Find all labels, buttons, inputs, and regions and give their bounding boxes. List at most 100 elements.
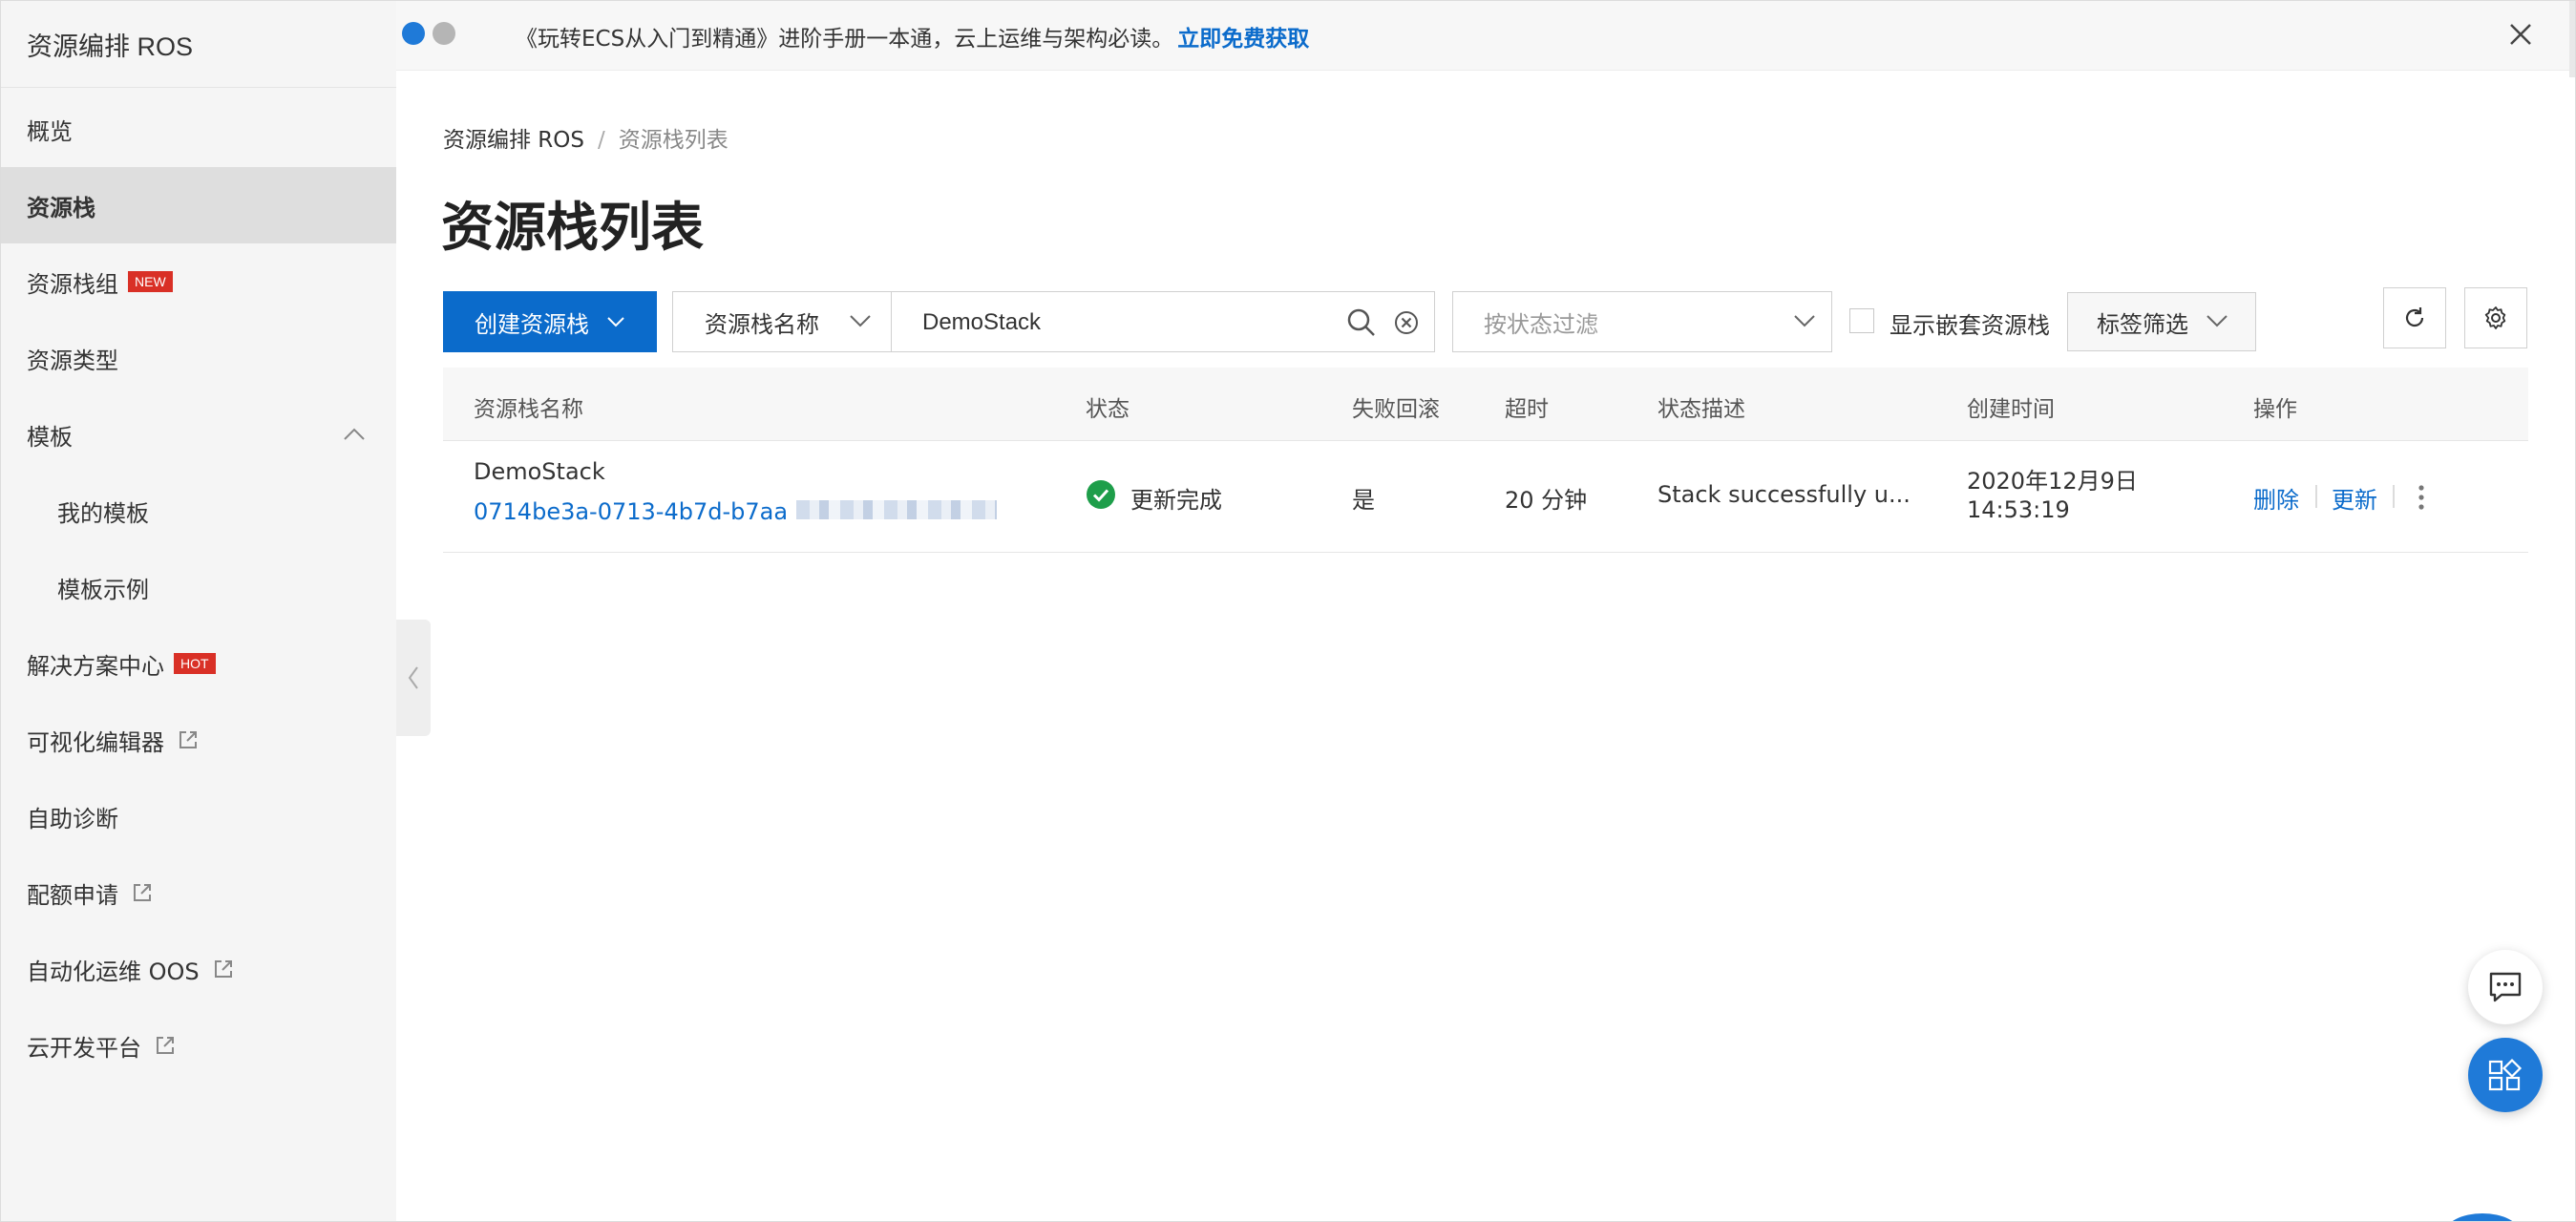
sidebar-item-cloud-dev[interactable]: 云开发平台 <box>1 1007 396 1084</box>
settings-button[interactable] <box>2464 287 2527 348</box>
action-separator <box>2315 485 2317 508</box>
sidebar-divider <box>1 87 396 88</box>
breadcrumb-root[interactable]: 资源编排 ROS <box>443 128 584 153</box>
sidebar-item-solutions[interactable]: 解决方案中心 HOT <box>1 625 396 702</box>
search-icon[interactable] <box>1346 307 1377 338</box>
stack-rollback: 是 <box>1352 487 1375 514</box>
column-header-name: 资源栈名称 <box>474 397 583 422</box>
sidebar-item-label: 可视化编辑器 <box>27 728 164 756</box>
banner-text: 《玩转ECS从入门到精通》进阶手册一本通，云上运维与架构必读。 立即免费获取 <box>516 20 1309 53</box>
success-check-icon <box>1087 480 1115 509</box>
sidebar-item-overview[interactable]: 概览 <box>1 91 396 167</box>
sidebar-item-stack-groups[interactable]: 资源栈组 NEW <box>1 243 396 320</box>
floating-button-partial[interactable] <box>2445 1213 2520 1221</box>
breadcrumb-current: 资源栈列表 <box>618 128 728 153</box>
nested-stacks-checkbox[interactable] <box>1849 308 1874 333</box>
sidebar-item-templates[interactable]: 模板 <box>1 396 396 473</box>
search-field-select[interactable]: 资源栈名称 <box>672 291 892 352</box>
sidebar-item-label: 配额申请 <box>27 881 118 909</box>
scrollbar-track <box>2569 1 2575 77</box>
apps-grid-icon <box>2488 1058 2523 1091</box>
gear-icon <box>2484 306 2506 329</box>
chevron-left-icon <box>408 666 418 689</box>
apps-button[interactable] <box>2468 1038 2543 1112</box>
sidebar-item-oos[interactable]: 自动化运维 OOS <box>1 931 396 1007</box>
sidebar-item-label: 我的模板 <box>57 499 149 527</box>
nested-stacks-label[interactable]: 显示嵌套资源栈 <box>1890 306 2050 340</box>
table-row: DemoStack 0714be3a-0713-4b7d-b7aa 更新完成 是… <box>443 441 2528 553</box>
update-link[interactable]: 更新 <box>2332 481 2377 515</box>
create-stack-label: 创建资源栈 <box>475 311 589 338</box>
sidebar-collapse-handle[interactable] <box>396 620 431 736</box>
chevron-down-icon <box>850 315 871 327</box>
table-header: 资源栈名称 状态 失败回滚 超时 状态描述 创建时间 操作 <box>443 368 2528 441</box>
redacted-id-segment <box>796 500 997 519</box>
sidebar-item-template-samples[interactable]: 模板示例 <box>1 549 396 625</box>
sidebar-item-visual-editor[interactable]: 可视化编辑器 <box>1 702 396 778</box>
chevron-down-icon <box>1794 315 1815 327</box>
sidebar-item-resource-types[interactable]: 资源类型 <box>1 320 396 396</box>
column-header-rollback: 失败回滚 <box>1352 397 1440 422</box>
delete-link[interactable]: 删除 <box>2253 481 2299 515</box>
banner-link[interactable]: 立即免费获取 <box>1177 27 1309 52</box>
sidebar-item-my-templates[interactable]: 我的模板 <box>1 473 396 549</box>
close-icon[interactable] <box>2506 20 2535 49</box>
external-link-icon <box>179 731 197 748</box>
carousel-dots <box>402 22 455 45</box>
stack-created-time: 14:53:19 <box>1967 496 2070 523</box>
chevron-up-icon[interactable] <box>343 425 366 442</box>
carousel-dot[interactable] <box>433 22 455 45</box>
stack-name: DemoStack <box>474 458 605 485</box>
chat-button[interactable] <box>2468 950 2543 1024</box>
stack-id-link[interactable]: 0714be3a-0713-4b7d-b7aa <box>474 498 788 525</box>
chevron-down-icon <box>607 317 624 327</box>
sidebar-title: 资源编排 ROS <box>27 32 194 61</box>
sidebar-item-quota[interactable]: 配额申请 <box>1 854 396 931</box>
external-link-icon <box>214 960 232 978</box>
sidebar: 资源编排 ROS 概览 资源栈 资源栈组 NEW 资源类型 模板 我的模板 模板… <box>1 1 396 1221</box>
sidebar-item-label: 自助诊断 <box>27 805 118 832</box>
external-link-icon <box>134 884 151 901</box>
chevron-down-icon <box>2206 315 2228 327</box>
more-vertical-icon[interactable] <box>2417 483 2426 512</box>
external-link-icon <box>157 1037 174 1054</box>
sidebar-item-label: 云开发平台 <box>27 1034 141 1062</box>
chat-icon <box>2489 972 2522 1002</box>
status-filter-placeholder: 按状态过滤 <box>1484 310 1598 338</box>
create-stack-button[interactable]: 创建资源栈 <box>443 291 657 352</box>
banner-message: 《玩转ECS从入门到精通》进阶手册一本通，云上运维与架构必读。 <box>516 27 1174 52</box>
new-badge: NEW <box>128 271 173 292</box>
page-title: 资源栈列表 <box>441 197 705 258</box>
sidebar-item-stacks[interactable]: 资源栈 <box>1 167 396 243</box>
stack-created-date: 2020年12月9日 <box>1967 468 2138 495</box>
refresh-icon <box>2405 307 2424 327</box>
column-header-description: 状态描述 <box>1658 397 1745 422</box>
carousel-dot-active[interactable] <box>402 22 425 45</box>
column-header-created: 创建时间 <box>1967 397 2055 422</box>
stack-status: 更新完成 <box>1130 487 1222 514</box>
search-input[interactable] <box>920 304 1325 342</box>
tag-filter-button[interactable]: 标签筛选 <box>2067 292 2256 351</box>
sidebar-item-label: 解决方案中心 <box>27 652 164 680</box>
refresh-button[interactable] <box>2383 287 2446 348</box>
column-header-timeout: 超时 <box>1505 397 1549 422</box>
stack-timeout: 20 分钟 <box>1505 487 1588 514</box>
column-header-status: 状态 <box>1086 397 1130 422</box>
sidebar-item-label: 模板示例 <box>57 576 149 603</box>
status-filter-select[interactable]: 按状态过滤 <box>1452 291 1832 352</box>
search-field-label: 资源栈名称 <box>705 310 819 338</box>
tag-filter-label: 标签筛选 <box>2097 310 2188 338</box>
action-separator <box>2393 485 2395 508</box>
breadcrumb-separator: / <box>598 128 605 153</box>
clear-icon[interactable] <box>1394 310 1419 335</box>
sidebar-item-diagnosis[interactable]: 自助诊断 <box>1 778 396 854</box>
stack-description: Stack successfully u... <box>1658 481 1911 508</box>
breadcrumb: 资源编排 ROS / 资源栈列表 <box>443 121 728 154</box>
sidebar-item-label: 概览 <box>27 117 73 145</box>
app-window: 资源编排 ROS 概览 资源栈 资源栈组 NEW 资源类型 模板 我的模板 模板… <box>0 0 2576 1222</box>
sidebar-item-label: 资源栈 <box>27 194 95 221</box>
search-box <box>891 291 1435 352</box>
sidebar-item-label: 资源类型 <box>27 347 118 374</box>
sidebar-item-label: 模板 <box>27 423 73 451</box>
hot-badge: HOT <box>174 653 216 674</box>
